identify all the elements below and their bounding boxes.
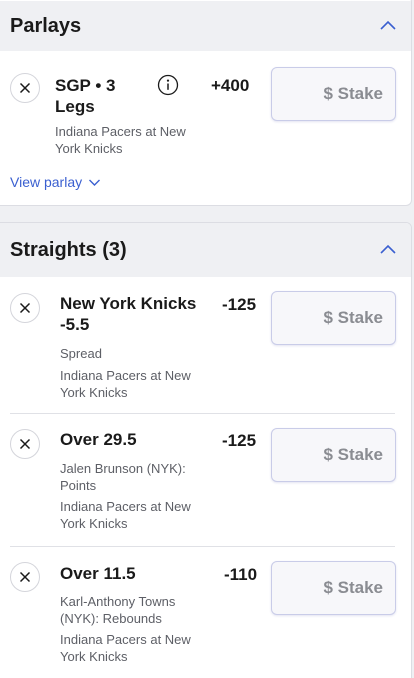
bet-event: Indiana Pacers at New York Knicks: [60, 499, 191, 531]
close-icon: [19, 571, 31, 583]
close-icon: [19, 82, 31, 94]
bet-market: Jalen Brunson (NYK): Points: [60, 461, 186, 493]
parlay-stake-input[interactable]: [271, 67, 396, 121]
bet-odds: -125: [222, 431, 257, 450]
close-icon: [19, 302, 31, 314]
remove-bet-button[interactable]: [10, 562, 40, 592]
remove-bet-button[interactable]: [10, 293, 40, 323]
straights-section: Straights (3) New York Knicks -5.5 -125 …: [0, 222, 412, 678]
straights-title: Straights (3): [10, 238, 127, 261]
straight-bet: Over 11.5 -110 Karl-Anthony Towns (NYK):…: [0, 547, 411, 678]
view-parlay-label: View parlay: [10, 174, 83, 190]
bet-selection: Over 11.5: [60, 564, 136, 583]
bet-stake-input[interactable]: [271, 291, 396, 345]
bet-stake-input[interactable]: [271, 561, 396, 615]
remove-bet-button[interactable]: [10, 429, 40, 459]
bet-selection: Over 29.5: [60, 430, 137, 449]
bet-odds: -110: [224, 565, 258, 584]
close-icon: [19, 438, 31, 450]
view-parlay-link[interactable]: View parlay: [10, 174, 101, 190]
parlay-odds: +400: [211, 76, 250, 95]
straights-header[interactable]: Straights (3): [0, 223, 411, 277]
chevron-up-icon[interactable]: [379, 243, 397, 255]
straight-bet: Over 29.5 -125 Jalen Brunson (NYK): Poin…: [0, 414, 411, 546]
bet-stake-input[interactable]: [271, 428, 396, 482]
bet-market: Karl-Anthony Towns (NYK): Rebounds: [60, 594, 176, 626]
bet-odds: -125: [222, 295, 257, 314]
remove-parlay-button[interactable]: [10, 73, 40, 103]
chevron-down-icon: [89, 179, 101, 186]
bet-event: Indiana Pacers at New York Knicks: [60, 368, 191, 400]
bet-selection: New York Knicks -5.5: [60, 294, 197, 334]
bet-event: Indiana Pacers at New York Knicks: [60, 632, 191, 664]
parlay-event: Indiana Pacers at New York Knicks: [55, 124, 186, 156]
info-icon[interactable]: [157, 74, 179, 96]
bet-market: Spread: [60, 346, 102, 361]
parlays-section: Parlays SGP • 3 Legs +400 Indiana Pacers…: [0, 0, 412, 206]
parlay-selection: SGP • 3 Legs: [55, 76, 116, 116]
straight-bet: New York Knicks -5.5 -125 Spread Indiana…: [0, 277, 411, 413]
